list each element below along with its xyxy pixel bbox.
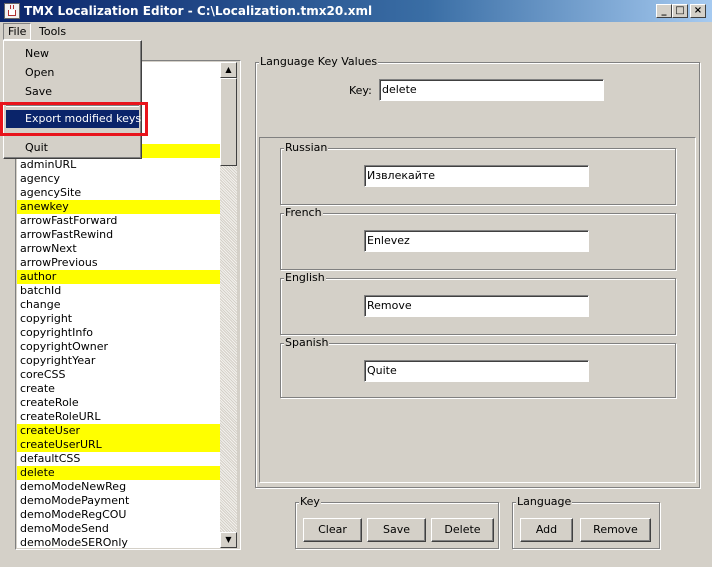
list-item[interactable]: createUserURL [17, 438, 220, 452]
list-item[interactable]: createUser [17, 424, 220, 438]
list-item[interactable]: coreCSS [17, 368, 220, 382]
key-actions-title: Key [299, 495, 321, 509]
menu-bar: File Tools [0, 22, 712, 40]
java-app-icon [4, 3, 20, 19]
menu-item-open[interactable]: Open [6, 64, 139, 82]
list-item[interactable]: arrowPrevious [17, 256, 220, 270]
scroll-down-button[interactable]: ▼ [220, 532, 237, 548]
list-item[interactable]: createRoleURL [17, 410, 220, 424]
list-item[interactable]: demoModeSend [17, 522, 220, 536]
key-label: Key: [349, 84, 372, 97]
scroll-thumb[interactable] [220, 78, 237, 166]
add-language-button[interactable]: Add [520, 518, 573, 542]
window-title: TMX Localization Editor - C:\Localizatio… [24, 4, 373, 18]
list-item[interactable]: copyrightOwner [17, 340, 220, 354]
russian-value-field[interactable]: Извлекайте [364, 165, 589, 187]
list-item[interactable]: change [17, 298, 220, 312]
maximize-button[interactable]: □ [672, 4, 688, 18]
keys-list-scrollbar[interactable]: ▲ ▼ [220, 62, 237, 548]
minimize-button[interactable]: _ [656, 4, 672, 18]
save-button[interactable]: Save [367, 518, 426, 542]
remove-language-button[interactable]: Remove [580, 518, 651, 542]
menu-item-save[interactable]: Save [6, 83, 139, 101]
title-bar[interactable]: TMX Localization Editor - C:\Localizatio… [0, 0, 712, 22]
annotation-highlight-box [0, 102, 148, 136]
list-item[interactable]: create [17, 382, 220, 396]
list-item[interactable]: defaultCSS [17, 452, 220, 466]
list-item[interactable]: createRole [17, 396, 220, 410]
menu-file[interactable]: File [3, 23, 32, 40]
list-item[interactable]: arrowFastForward [17, 214, 220, 228]
spanish-value-field[interactable]: Quite [364, 360, 589, 382]
language-key-values-title: Language Key Values [259, 55, 379, 69]
english-value-field[interactable]: Remove [364, 295, 589, 317]
language-name-french: French [284, 206, 323, 220]
list-item[interactable]: demoModeNewReg [17, 480, 220, 494]
language-name-spanish: Spanish [284, 336, 330, 350]
close-button[interactable]: × [690, 4, 706, 18]
list-item[interactable]: agency [17, 172, 220, 186]
delete-button[interactable]: Delete [431, 518, 494, 542]
language-actions-title: Language [516, 495, 573, 509]
list-item[interactable]: copyrightInfo [17, 326, 220, 340]
list-item[interactable]: demoModeSEROnly [17, 536, 220, 548]
list-item[interactable]: adminURL [17, 158, 220, 172]
list-item[interactable]: batchId [17, 284, 220, 298]
french-value-field[interactable]: Enlevez [364, 230, 589, 252]
list-item[interactable]: author [17, 270, 220, 284]
list-item[interactable]: agencySite [17, 186, 220, 200]
scroll-up-button[interactable]: ▲ [220, 62, 237, 78]
list-item[interactable]: delete [17, 466, 220, 480]
list-item[interactable]: copyrightYear [17, 354, 220, 368]
list-item[interactable]: arrowNext [17, 242, 220, 256]
list-item[interactable]: demoModePayment [17, 494, 220, 508]
file-dropdown-menu: New Open Save Export modified keys Quit [3, 40, 142, 159]
list-item[interactable]: demoModeRegCOU [17, 508, 220, 522]
list-item[interactable]: anewkey [17, 200, 220, 214]
menu-tools[interactable]: Tools [34, 23, 71, 40]
language-name-english: English [284, 271, 326, 285]
list-item[interactable]: copyright [17, 312, 220, 326]
menu-item-quit[interactable]: Quit [6, 139, 139, 157]
menu-item-new[interactable]: New [6, 45, 139, 63]
language-name-russian: Russian [284, 141, 329, 155]
list-item[interactable]: arrowFastRewind [17, 228, 220, 242]
clear-button[interactable]: Clear [303, 518, 362, 542]
key-field[interactable]: delete [379, 79, 604, 101]
